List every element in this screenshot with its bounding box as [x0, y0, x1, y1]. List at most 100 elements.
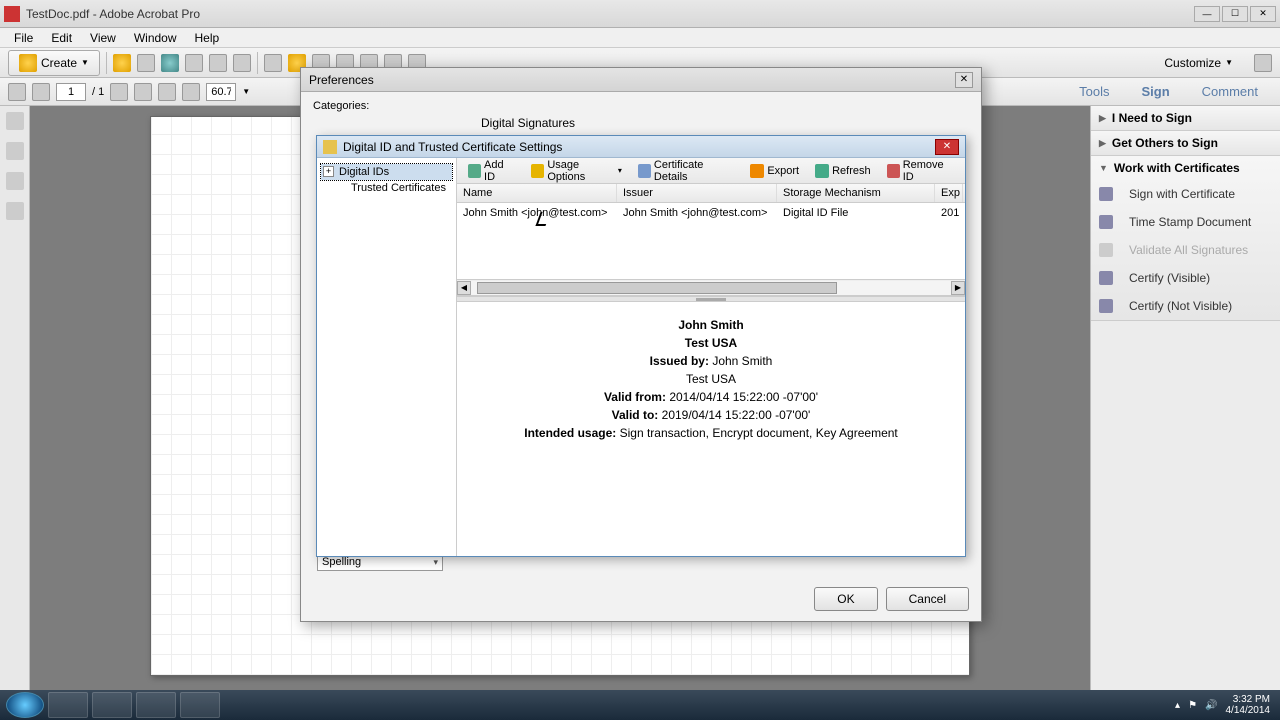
tab-sign[interactable]: Sign	[1127, 79, 1183, 104]
tray-date: 4/14/2014	[1226, 705, 1271, 716]
ok-button[interactable]: OK	[814, 587, 877, 611]
plus-icon	[468, 164, 481, 178]
issued-by: John Smith	[712, 354, 772, 368]
task-app[interactable]	[180, 692, 220, 718]
menu-file[interactable]: File	[6, 29, 41, 47]
item-sign-certificate[interactable]: Sign with Certificate	[1091, 180, 1280, 208]
item-timestamp[interactable]: Time Stamp Document	[1091, 208, 1280, 236]
intended-usage: Sign transaction, Encrypt document, Key …	[620, 426, 898, 440]
item-certify-visible[interactable]: Certify (Visible)	[1091, 264, 1280, 292]
add-id-button[interactable]: Add ID	[461, 156, 522, 186]
section-work-certificates[interactable]: ▼Work with Certificates	[1091, 156, 1280, 180]
tray-up-icon[interactable]: ▴	[1175, 700, 1180, 711]
task-ie[interactable]	[48, 692, 88, 718]
minimize-button[interactable]: —	[1194, 6, 1220, 22]
zoom-input[interactable]	[206, 83, 236, 101]
valid-from: 2014/04/14 15:22:00 -07'00'	[669, 390, 818, 404]
print-icon[interactable]	[185, 54, 203, 72]
export-button[interactable]: Export	[743, 161, 806, 181]
section-digital-signatures: Digital Signatures	[481, 116, 575, 130]
categories-label: Categories:	[313, 100, 969, 112]
section-get-others[interactable]: ▶Get Others to Sign	[1091, 131, 1280, 155]
pencil-icon	[531, 164, 544, 178]
zoom-out-icon[interactable]	[158, 83, 176, 101]
zoom-in-icon[interactable]	[182, 83, 200, 101]
menu-help[interactable]: Help	[187, 29, 228, 47]
table-row[interactable]: John Smith <john@test.com> John Smith <j…	[457, 203, 965, 223]
customize-label: Customize	[1164, 56, 1221, 70]
task-explorer[interactable]	[92, 692, 132, 718]
export-icon	[750, 164, 764, 178]
menu-view[interactable]: View	[82, 29, 124, 47]
page-count: / 1	[92, 86, 104, 98]
page-down-icon[interactable]	[32, 83, 50, 101]
chevron-down-icon: ▼	[1225, 58, 1233, 67]
start-button[interactable]	[6, 692, 44, 718]
close-button[interactable]: ✕	[1250, 6, 1276, 22]
issued-by-label: Issued by:	[650, 354, 709, 368]
preferences-titlebar[interactable]: Preferences ✕	[301, 68, 981, 92]
mail-icon[interactable]	[233, 54, 251, 72]
col-name[interactable]: Name	[457, 184, 617, 202]
detail-org: Test USA	[685, 336, 737, 350]
tree-digital-ids[interactable]: +Digital IDs	[321, 164, 452, 180]
edit-icon[interactable]	[209, 54, 227, 72]
create-label: Create	[41, 56, 77, 70]
cancel-button[interactable]: Cancel	[886, 587, 969, 611]
tray-volume-icon[interactable]: 🔊	[1205, 700, 1217, 711]
menubar: File Edit View Window Help	[0, 28, 1280, 48]
signatures-icon[interactable]	[6, 202, 24, 220]
tray-flag-icon[interactable]: ⚑	[1188, 700, 1197, 711]
certificate-details-button[interactable]: Certificate Details	[631, 156, 741, 186]
remove-id-button[interactable]: Remove ID	[880, 156, 961, 186]
remove-icon	[887, 164, 900, 178]
ribbon-outline-icon	[1099, 299, 1113, 313]
system-tray[interactable]: ▴ ⚑ 🔊 3:32 PM 4/14/2014	[1175, 694, 1274, 716]
hand-icon[interactable]	[134, 83, 152, 101]
certificate-table: Name Issuer Storage Mechanism Exp John S…	[457, 184, 965, 296]
expand-icon[interactable]: +	[323, 166, 334, 177]
select-icon[interactable]	[110, 83, 128, 101]
intended-usage-label: Intended usage:	[524, 426, 616, 440]
item-certify-not-visible[interactable]: Certify (Not Visible)	[1091, 292, 1280, 320]
page-input[interactable]	[56, 83, 86, 101]
tab-comment[interactable]: Comment	[1188, 79, 1272, 104]
customize-button[interactable]: Customize ▼	[1155, 53, 1242, 73]
menu-window[interactable]: Window	[126, 29, 185, 47]
page-up-icon[interactable]	[8, 83, 26, 101]
taskbar: ▴ ⚑ 🔊 3:32 PM 4/14/2014	[0, 690, 1280, 720]
save-icon[interactable]	[137, 54, 155, 72]
certificate-dialog: Digital ID and Trusted Certificate Setti…	[316, 135, 966, 557]
section-need-to-sign[interactable]: ▶I Need to Sign	[1091, 106, 1280, 130]
expand-icon[interactable]	[1254, 54, 1272, 72]
col-exp[interactable]: Exp	[935, 184, 963, 202]
bookmarks-icon[interactable]	[6, 142, 24, 160]
task-acrobat[interactable]	[136, 692, 176, 718]
issued-org: Test USA	[686, 372, 736, 386]
create-button[interactable]: Create ▼	[8, 50, 100, 76]
chevron-down-icon[interactable]: ▼	[242, 87, 250, 96]
preferences-close-button[interactable]: ✕	[955, 72, 973, 88]
tree-trusted-certs[interactable]: Trusted Certificates	[321, 180, 452, 196]
certificate-close-button[interactable]: ✕	[935, 139, 959, 155]
tab-tools[interactable]: Tools	[1065, 79, 1123, 104]
lock-icon	[323, 140, 337, 154]
col-issuer[interactable]: Issuer	[617, 184, 777, 202]
open-icon[interactable]	[113, 54, 131, 72]
col-storage[interactable]: Storage Mechanism	[777, 184, 935, 202]
refresh-button[interactable]: Refresh	[808, 161, 878, 181]
menu-edit[interactable]: Edit	[43, 29, 80, 47]
right-panel: ▶I Need to Sign ▶Get Others to Sign ▼Wor…	[1090, 106, 1280, 690]
usage-options-button[interactable]: Usage Options▾	[524, 156, 628, 186]
scroll-left-icon[interactable]: ◀	[457, 281, 471, 295]
maximize-button[interactable]: ☐	[1222, 6, 1248, 22]
scroll-right-icon[interactable]: ▶	[951, 281, 965, 295]
thumbnails-icon[interactable]	[6, 112, 24, 130]
cloud-icon[interactable]	[161, 54, 179, 72]
attachments-icon[interactable]	[6, 172, 24, 190]
scroll-thumb[interactable]	[477, 282, 837, 294]
tray-time: 3:32 PM	[1226, 694, 1271, 705]
gear-icon[interactable]	[264, 54, 282, 72]
horizontal-scrollbar[interactable]: ◀ ▶	[457, 279, 965, 295]
item-validate: Validate All Signatures	[1091, 236, 1280, 264]
